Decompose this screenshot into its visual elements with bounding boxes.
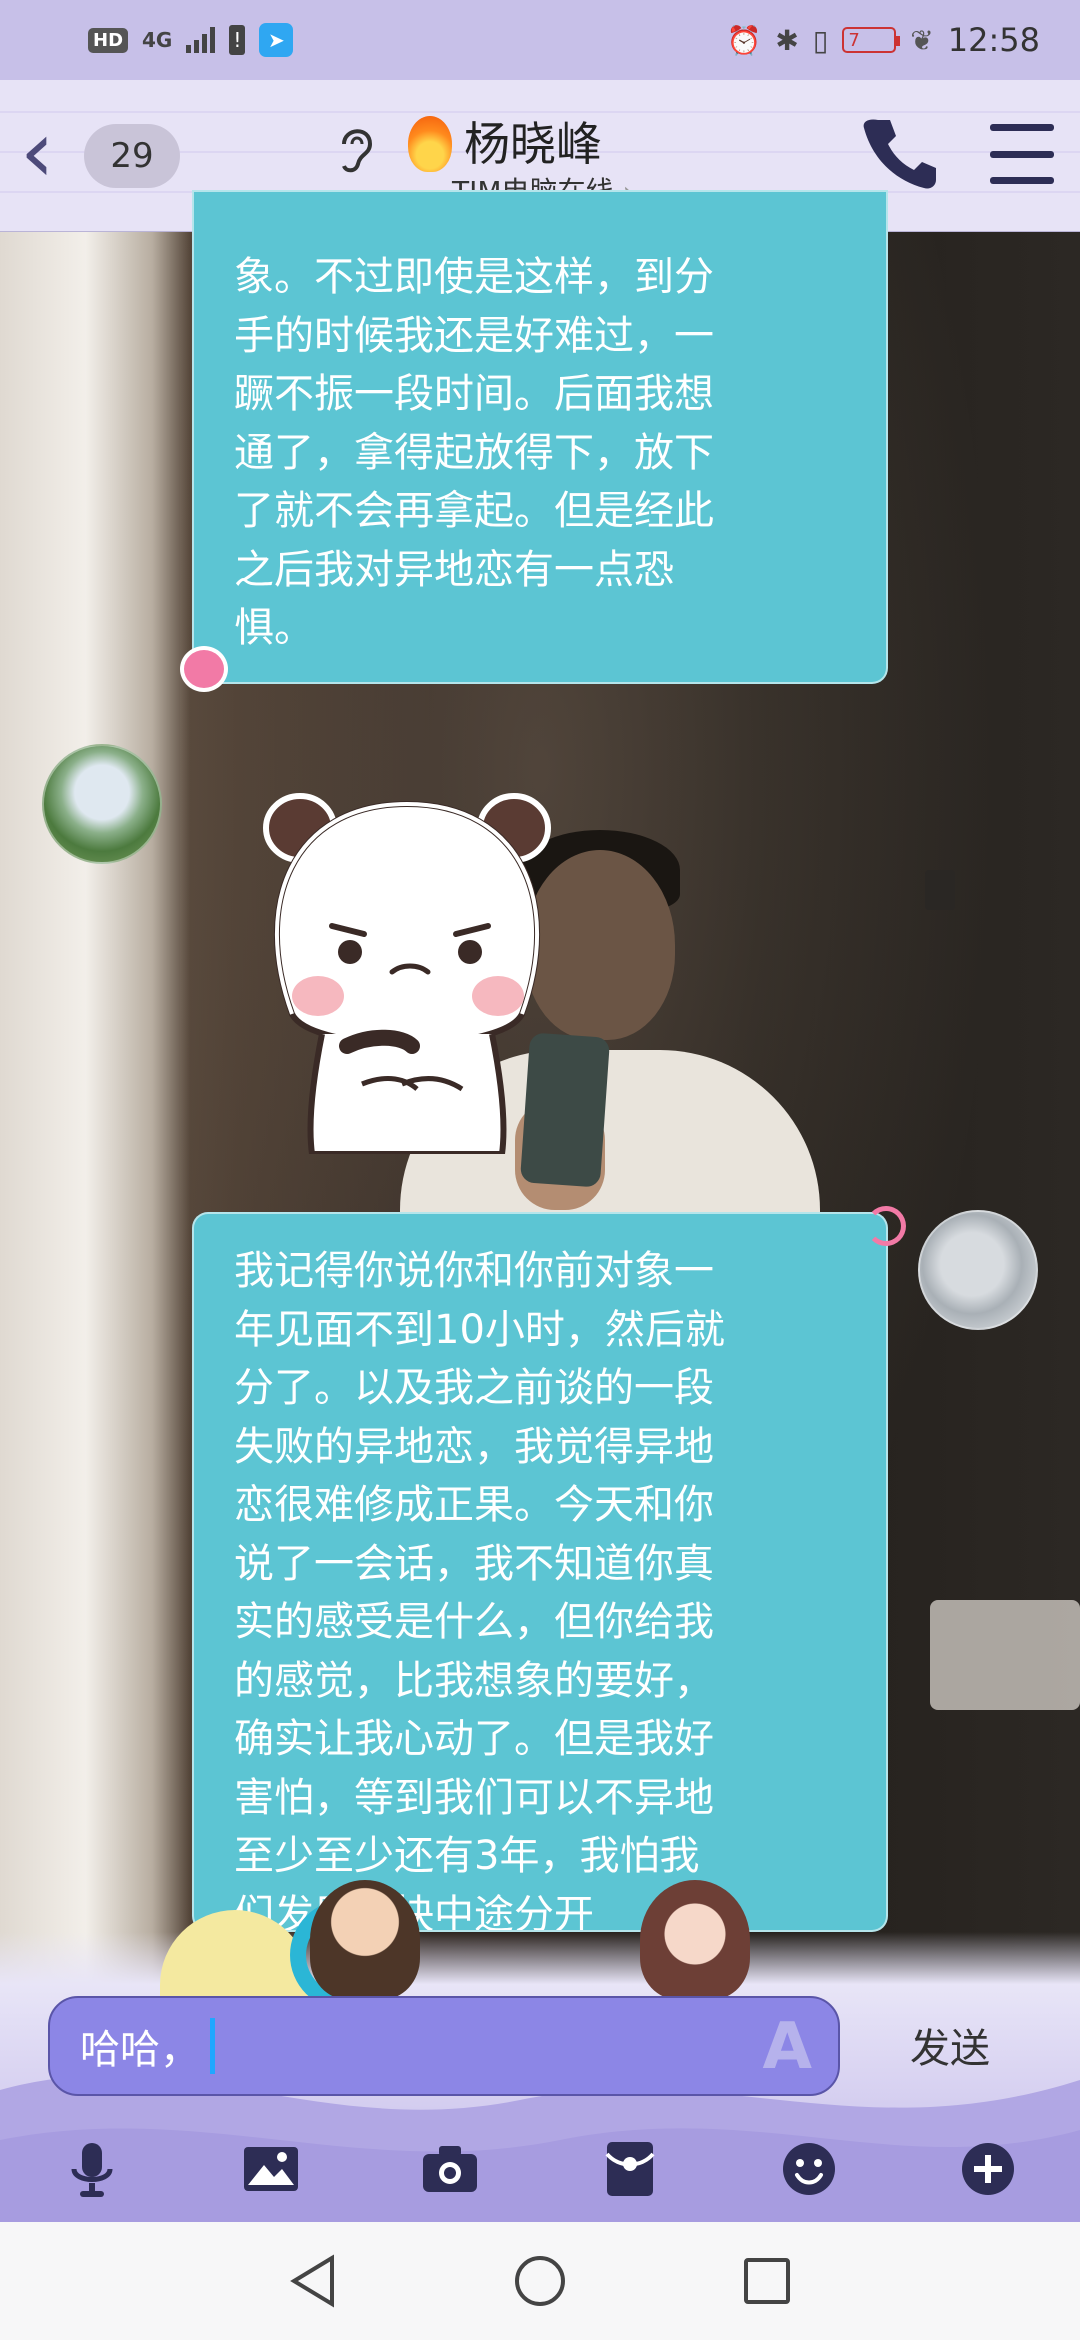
status-bar: HD 4G ! ➤ ⏰ ✱ ▯ 7 ❦ 12:58	[0, 0, 1080, 80]
text-cursor	[210, 2018, 215, 2074]
nav-recents-button[interactable]	[737, 2251, 797, 2311]
mirror-edge	[0, 230, 190, 2030]
status-right: ⏰ ✱ ▯ 7 ❦ 12:58	[727, 21, 1040, 59]
battery-icon: 7	[842, 27, 901, 53]
image-button[interactable]	[241, 2139, 301, 2199]
theme-character-boy	[310, 1880, 420, 2000]
vibrate-icon: ▯	[812, 23, 829, 57]
send-button[interactable]: 发送	[880, 2016, 1020, 2076]
my-avatar[interactable]	[918, 1210, 1038, 1330]
theme-character-girl	[640, 1880, 750, 2000]
hd-icon: HD	[88, 27, 129, 53]
menu-button[interactable]	[990, 124, 1054, 184]
menu-line	[990, 150, 1054, 158]
menu-line	[990, 124, 1054, 131]
more-button[interactable]	[958, 2139, 1018, 2199]
contact-name[interactable]: 杨晓峰	[464, 108, 602, 174]
earpiece-mode-icon[interactable]	[336, 122, 378, 185]
triangle-back-icon	[290, 2254, 335, 2308]
status-left: HD 4G ! ➤	[88, 23, 294, 57]
call-button[interactable]	[860, 112, 940, 192]
flame-icon	[408, 116, 452, 172]
image-icon	[244, 2147, 299, 2191]
wall-switch	[925, 870, 955, 910]
red-packet-button[interactable]	[600, 2139, 660, 2199]
unread-count-badge[interactable]: 29	[84, 124, 180, 188]
circle-home-icon	[514, 2256, 565, 2306]
emoji-button[interactable]	[779, 2139, 839, 2199]
microphone-icon	[71, 2143, 113, 2197]
system-navigation-bar	[0, 2222, 1080, 2340]
bubble-decoration-icon	[866, 1206, 906, 1246]
nav-back-button[interactable]	[283, 2251, 343, 2311]
panda-sticker-image	[263, 793, 551, 1157]
wall-fixture	[930, 1600, 1080, 1710]
bubble-decoration-clock-icon	[180, 646, 228, 692]
signal-icon	[186, 27, 216, 53]
plus-icon	[961, 2143, 1014, 2195]
voice-button[interactable]	[62, 2139, 122, 2199]
camera-icon	[423, 2146, 478, 2192]
camera-button[interactable]	[420, 2139, 480, 2199]
alert-icon: !	[229, 25, 246, 55]
battery-level: 7	[848, 29, 860, 51]
back-button[interactable]: ‹	[20, 109, 80, 202]
message-bubble-outgoing[interactable]: 我记得你说你和你前对象一 年见面不到10小时，然后就 分了。以及我之前谈的一段 …	[192, 1212, 888, 1932]
network-label: 4G	[142, 28, 173, 52]
sad-panda-sticker[interactable]	[252, 784, 562, 1157]
message-bubble-incoming[interactable]: 象。不过即使是这样，到分 手的时候我还是好难过，一 蹶不振一段时间。后面我想 通…	[192, 190, 888, 684]
bluetooth-icon: ✱	[775, 23, 799, 57]
clock: 12:58	[947, 21, 1040, 59]
leaf-icon: ❦	[910, 23, 934, 57]
alarm-icon: ⏰	[726, 23, 762, 57]
ear-icon	[342, 129, 373, 173]
app-notification-icon: ➤	[259, 23, 294, 57]
message-input-text: 哈哈，	[80, 2027, 200, 2073]
input-toolbar	[0, 2116, 1080, 2222]
red-packet-icon	[605, 2142, 655, 2196]
menu-line	[990, 177, 1054, 184]
font-style-icon[interactable]: A	[762, 2010, 812, 2084]
nav-home-button[interactable]	[510, 2251, 570, 2311]
phone-icon	[863, 119, 936, 189]
emoji-icon	[782, 2143, 835, 2195]
message-input[interactable]: 哈哈， A	[48, 1996, 840, 2096]
contact-avatar[interactable]	[42, 744, 162, 864]
square-recents-icon	[743, 2258, 790, 2304]
